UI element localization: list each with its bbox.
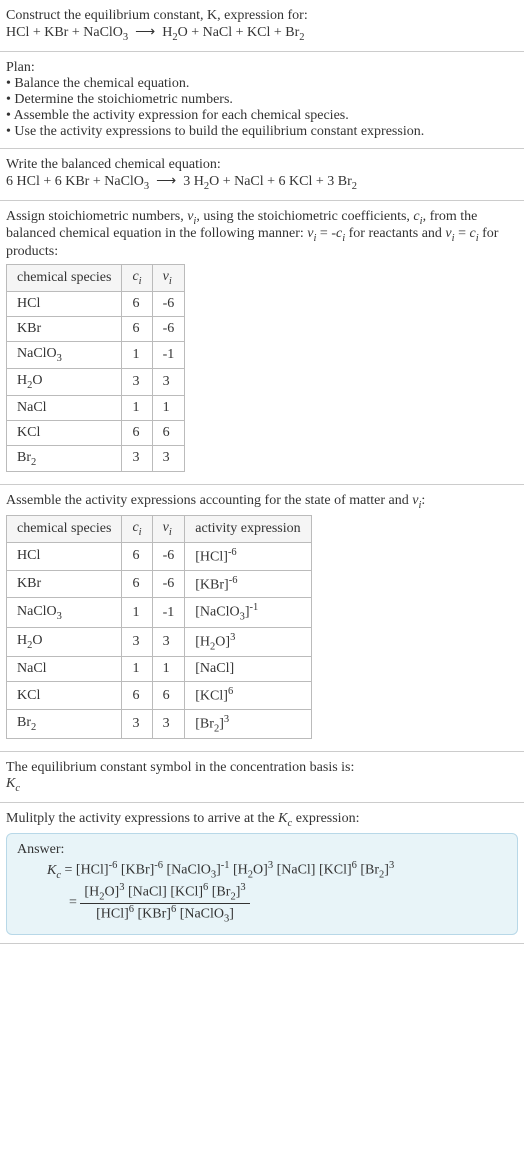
table-row: Br233[Br2]3 [7, 709, 312, 738]
t2-h2: ci [122, 516, 152, 543]
table-row: KCl66 [7, 420, 185, 445]
intro-equation: HCl + KBr + NaClO3 ⟶ H2O + NaCl + KCl + … [6, 24, 518, 43]
t1-h3: νi [152, 265, 185, 292]
table-row: Br233 [7, 445, 185, 472]
table-row: HCl6-6[HCl]-6 [7, 542, 312, 570]
balanced-section: Write the balanced chemical equation: 6 … [0, 149, 524, 201]
t2-h3: νi [152, 516, 185, 543]
table-row: NaClO31-1 [7, 341, 185, 368]
intro-section: Construct the equilibrium constant, K, e… [0, 0, 524, 52]
stoich-text: Assign stoichiometric numbers, νi, using… [6, 209, 518, 261]
plan-section: Plan: • Balance the chemical equation. •… [0, 52, 524, 149]
balanced-head: Write the balanced chemical equation: [6, 157, 518, 173]
activity-table: chemical species ci νi activity expressi… [6, 515, 312, 739]
answer-line2: = [H2O]3 [NaCl] [KCl]6 [Br2]3 [HCl]6 [KB… [17, 882, 507, 924]
stoich-section: Assign stoichiometric numbers, νi, using… [0, 201, 524, 486]
answer-section: Mulitply the activity expressions to arr… [0, 803, 524, 944]
plan-b1: • Balance the chemical equation. [6, 76, 518, 92]
t2-h1: chemical species [7, 516, 122, 543]
balanced-equation: 6 HCl + 6 KBr + NaClO3 ⟶ 3 H2O + NaCl + … [6, 173, 518, 192]
plan-b4: • Use the activity expressions to build … [6, 124, 518, 140]
intro-line1: Construct the equilibrium constant, K, e… [6, 8, 518, 24]
table-row: NaCl11 [7, 395, 185, 420]
table-row: KBr6-6 [7, 316, 185, 341]
kc-symbol: Kc [6, 776, 518, 794]
table-row: HCl6-6 [7, 291, 185, 316]
table-row: H2O33 [7, 368, 185, 395]
kc-basis-section: The equilibrium constant symbol in the c… [0, 752, 524, 803]
activity-section: Assemble the activity expressions accoun… [0, 485, 524, 752]
table-row: KBr6-6[KBr]-6 [7, 570, 312, 598]
plan-head: Plan: [6, 60, 518, 76]
table-row: NaCl11[NaCl] [7, 657, 312, 682]
kc-basis-text: The equilibrium constant symbol in the c… [6, 760, 518, 776]
t1-h1: chemical species [7, 265, 122, 292]
stoich-table: chemical species ci νi HCl6-6 KBr6-6 NaC… [6, 264, 185, 472]
table-row: H2O33[H2O]3 [7, 627, 312, 656]
answer-line1: Kc = [HCl]-6 [KBr]-6 [NaClO3]-1 [H2O]3 [… [17, 860, 507, 880]
t1-h2: ci [122, 265, 152, 292]
table-row: NaClO31-1[NaClO3]-1 [7, 598, 312, 627]
table-row: KCl66[KCl]6 [7, 682, 312, 710]
answer-box: Answer: Kc = [HCl]-6 [KBr]-6 [NaClO3]-1 … [6, 833, 518, 935]
assemble-text: Assemble the activity expressions accoun… [6, 493, 518, 511]
t2-h4: activity expression [185, 516, 311, 543]
plan-b3: • Assemble the activity expression for e… [6, 108, 518, 124]
multiply-text: Mulitply the activity expressions to arr… [6, 811, 518, 829]
plan-b2: • Determine the stoichiometric numbers. [6, 92, 518, 108]
answer-head: Answer: [17, 842, 507, 858]
